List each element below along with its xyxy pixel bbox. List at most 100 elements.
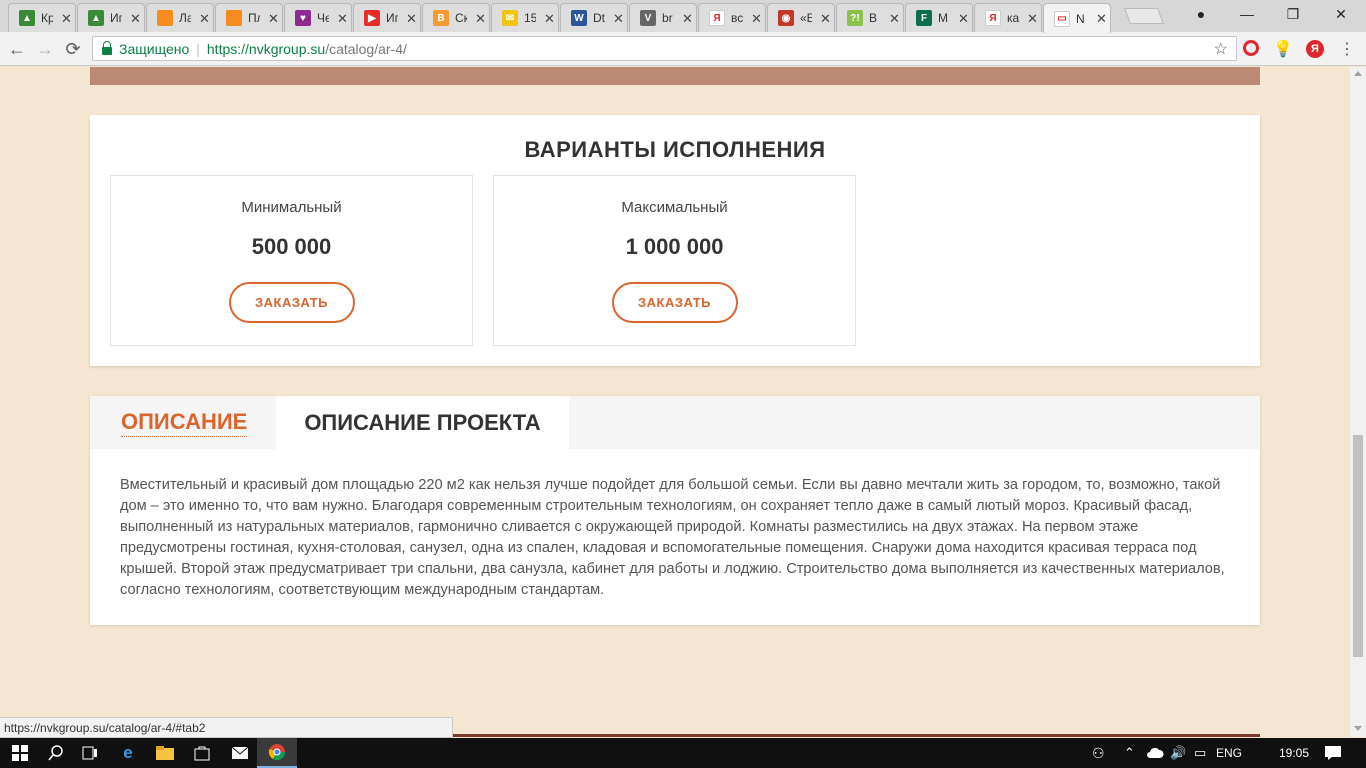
- tab-favicon-icon: Я: [985, 10, 1001, 26]
- notifications-icon[interactable]: [1325, 738, 1341, 768]
- tab-description[interactable]: ОПИСАНИЕ: [121, 396, 248, 449]
- tab-close-icon[interactable]: ✕: [820, 12, 831, 25]
- tray-chevron-up-icon[interactable]: ⌃: [1124, 738, 1135, 768]
- tab-title: ка: [1007, 11, 1019, 25]
- browser-tab[interactable]: B Ск ✕: [422, 3, 490, 32]
- scrollbar-thumb[interactable]: [1353, 435, 1363, 657]
- tab-favicon-icon: W: [571, 10, 587, 26]
- page-viewport: ВАРИАНТЫ ИСПОЛНЕНИЯ Минимальный 500 000 …: [0, 67, 1350, 737]
- forward-icon[interactable]: →: [34, 38, 56, 60]
- people-icon[interactable]: ⚇: [1092, 738, 1105, 768]
- mail-icon[interactable]: [220, 738, 260, 768]
- tab-close-icon[interactable]: ✕: [61, 12, 72, 25]
- yandex-extension-icon[interactable]: Я: [1306, 40, 1324, 58]
- variant-name: Минимальный: [241, 199, 342, 216]
- tab-close-icon[interactable]: ✕: [406, 12, 417, 25]
- tab-project-description[interactable]: ОПИСАНИЕ ПРОЕКТА: [276, 396, 569, 449]
- browser-tab[interactable]: W Dt ✕: [560, 3, 628, 32]
- tab-close-icon[interactable]: ✕: [889, 12, 900, 25]
- variant-card-min: Минимальный 500 000 ЗАКАЗАТЬ: [110, 175, 473, 346]
- language-indicator[interactable]: ENG: [1216, 738, 1242, 768]
- browser-tab[interactable]: Ла ✕: [146, 3, 214, 32]
- menu-icon[interactable]: ⋮: [1336, 38, 1358, 60]
- windows-start-icon[interactable]: [0, 738, 40, 768]
- new-tab-button[interactable]: [1124, 8, 1164, 24]
- tab-favicon-icon: ♥: [295, 10, 311, 26]
- address-bar[interactable]: Защищено | https://nvkgroup.su/catalog/a…: [92, 36, 1237, 61]
- tab-favicon-icon: ▶: [364, 10, 380, 26]
- header-bar: [90, 67, 1260, 85]
- tab-close-icon[interactable]: ✕: [1027, 12, 1038, 25]
- bookmark-star-icon[interactable]: ☆: [1214, 39, 1228, 59]
- tab-close-icon[interactable]: ✕: [682, 12, 693, 25]
- secure-label: Защищено: [119, 40, 190, 57]
- description-text: Вместительный и красивый дом площадью 22…: [120, 477, 1225, 598]
- tab-favicon-icon: Я: [709, 10, 725, 26]
- browser-tab[interactable]: ▭ N ✕: [1043, 3, 1111, 33]
- close-window-button[interactable]: ✕: [1318, 0, 1364, 28]
- browser-tab[interactable]: ▲ Ип ✕: [77, 3, 145, 32]
- tab-strip: ▲Кр✕▲Ип✕Ла✕Пл✕♥Че✕▶Ип✕BСк✕✉15✕WDt✕Vbr✕Яв…: [0, 0, 1366, 33]
- network-icon[interactable]: ▭: [1194, 738, 1206, 768]
- tab-title: Ип: [110, 11, 122, 25]
- tab-favicon-icon: ▭: [1054, 10, 1070, 27]
- order-button[interactable]: ЗАКАЗАТЬ: [611, 282, 738, 323]
- browser-tab[interactable]: F М ✕: [905, 3, 973, 32]
- store-icon[interactable]: [182, 738, 222, 768]
- tab-close-icon[interactable]: ✕: [958, 12, 969, 25]
- task-view-icon[interactable]: [70, 738, 110, 768]
- variant-card-max: Максимальный 1 000 000 ЗАКАЗАТЬ: [493, 175, 856, 346]
- tab-title: М: [938, 11, 948, 25]
- file-explorer-icon[interactable]: [145, 738, 185, 768]
- cloud-icon[interactable]: [1146, 738, 1164, 768]
- taskbar: e ⚇ ⌃ 🔊 ▭ ENG 19:05: [0, 738, 1366, 768]
- back-icon[interactable]: ←: [6, 38, 28, 60]
- browser-tab[interactable]: Явс ✕: [698, 3, 766, 32]
- tab-favicon-icon: [157, 10, 173, 26]
- edge-icon[interactable]: e: [108, 738, 148, 768]
- omnibox-separator: |: [196, 40, 200, 57]
- tab-close-icon[interactable]: ✕: [268, 12, 279, 25]
- tab-favicon-icon: ✉: [502, 10, 518, 26]
- status-url: https://nvkgroup.su/catalog/ar-4/#tab2: [0, 717, 453, 738]
- tab-favicon-icon: ?!: [847, 10, 863, 26]
- chrome-icon[interactable]: [257, 738, 297, 768]
- opera-extension-icon[interactable]: [1243, 40, 1259, 56]
- url-path: /catalog/ar-4/: [325, 40, 407, 57]
- tab-close-icon[interactable]: ✕: [475, 12, 486, 25]
- tab-close-icon[interactable]: ✕: [199, 12, 210, 25]
- browser-tab[interactable]: Vbr ✕: [629, 3, 697, 32]
- tab-favicon-icon: V: [640, 10, 656, 26]
- lightbulb-extension-icon[interactable]: 💡: [1273, 40, 1293, 58]
- description-section: ОПИСАНИЕ ОПИСАНИЕ ПРОЕКТА Вместительный …: [90, 396, 1260, 625]
- browser-tab[interactable]: ◉ «Е ✕: [767, 3, 835, 32]
- minimize-button[interactable]: —: [1224, 0, 1270, 28]
- reload-icon[interactable]: ⟳: [62, 38, 84, 60]
- tab-close-icon[interactable]: ✕: [1096, 12, 1107, 25]
- tab-close-icon[interactable]: ✕: [544, 12, 555, 25]
- variants-section: ВАРИАНТЫ ИСПОЛНЕНИЯ Минимальный 500 000 …: [90, 115, 1260, 366]
- tab-close-icon[interactable]: ✕: [751, 12, 762, 25]
- tab-close-icon[interactable]: ✕: [613, 12, 624, 25]
- scroll-up-icon[interactable]: [1354, 71, 1362, 76]
- order-button[interactable]: ЗАКАЗАТЬ: [228, 282, 355, 323]
- browser-tab[interactable]: ♥ Че ✕: [284, 3, 352, 32]
- tab-title: N: [1076, 11, 1085, 26]
- restore-button[interactable]: ❐: [1270, 0, 1316, 28]
- browser-tab[interactable]: Яка ✕: [974, 3, 1042, 32]
- browser-tab[interactable]: ▲ Кр ✕: [8, 3, 76, 32]
- clock[interactable]: 19:05: [1279, 738, 1309, 768]
- tab-title: «Е: [800, 11, 812, 25]
- browser-tab[interactable]: ✉ 15 ✕: [491, 3, 559, 32]
- tab-favicon-icon: F: [916, 10, 932, 26]
- tab-close-icon[interactable]: ✕: [337, 12, 348, 25]
- browser-tab[interactable]: Пл ✕: [215, 3, 283, 32]
- description-tabs: ОПИСАНИЕ ОПИСАНИЕ ПРОЕКТА: [90, 396, 1260, 449]
- browser-tab[interactable]: ?! В ✕: [836, 3, 904, 32]
- tab-close-icon[interactable]: ✕: [130, 12, 141, 25]
- page-scrollbar[interactable]: [1350, 67, 1366, 737]
- user-icon[interactable]: ●: [1178, 0, 1224, 28]
- speaker-icon[interactable]: 🔊: [1170, 738, 1186, 768]
- browser-tab[interactable]: ▶ Ип ✕: [353, 3, 421, 32]
- scroll-down-icon[interactable]: [1354, 726, 1362, 731]
